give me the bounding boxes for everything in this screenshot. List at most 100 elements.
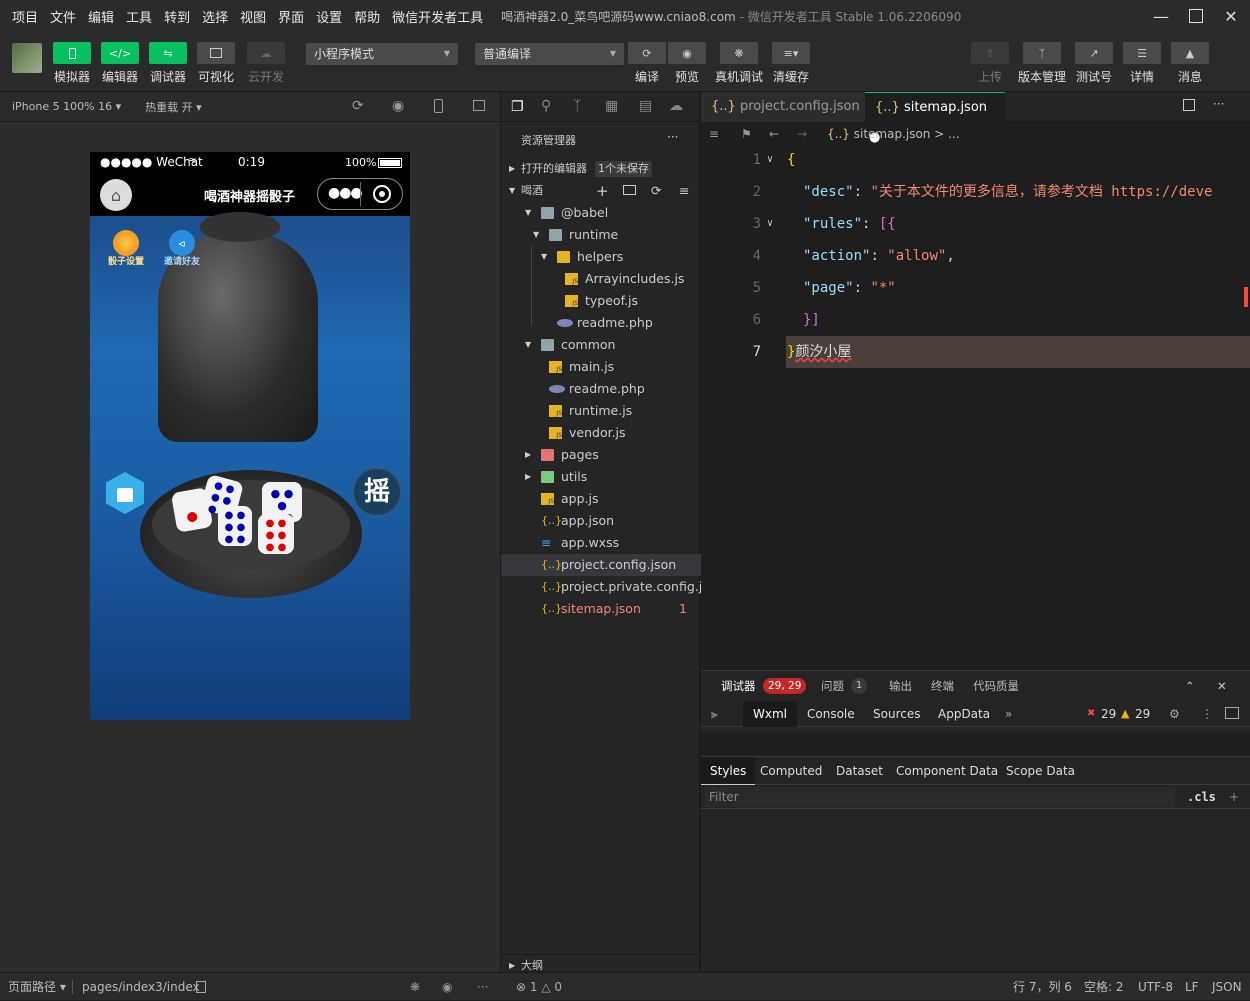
- stop-icon[interactable]: ◉: [392, 98, 404, 114]
- rotate-icon[interactable]: ⟳: [352, 98, 364, 114]
- refresh-icon[interactable]: ⟳: [651, 180, 661, 202]
- language-mode[interactable]: JSON: [1212, 973, 1242, 1001]
- chevron-right-icon[interactable]: ▶: [525, 466, 531, 488]
- menu-settings[interactable]: 设置: [310, 7, 348, 26]
- tab-output[interactable]: 输出: [889, 671, 912, 701]
- avatar[interactable]: [12, 43, 42, 73]
- code-line-current[interactable]: 7}颜汐小屋: [701, 336, 1250, 368]
- chevron-down-icon[interactable]: ▼: [525, 202, 531, 224]
- simulator-button[interactable]: 模拟器: [52, 42, 92, 85]
- preview-button[interactable]: ◉ 预览: [667, 42, 707, 85]
- kebab-icon[interactable]: ⋮: [1201, 701, 1213, 727]
- breadcrumb[interactable]: {..} sitemap.json > ...: [827, 122, 960, 146]
- tree-item[interactable]: readme.php: [501, 378, 701, 400]
- test-id-button[interactable]: ↗ 测试号: [1074, 42, 1114, 85]
- code-line[interactable]: 4 "action": "allow",: [701, 240, 1250, 272]
- page-path[interactable]: pages/index3/index: [82, 973, 200, 1001]
- project-section[interactable]: ▼ 喝酒 + ⟳ ≡: [501, 180, 701, 202]
- cloud-tool-icon[interactable]: ☁: [669, 98, 683, 114]
- subtab-computed[interactable]: Computed: [760, 757, 822, 785]
- page-path-label[interactable]: 页面路径 ▾: [8, 973, 66, 1001]
- tree-item[interactable]: ▼ runtime: [501, 224, 701, 246]
- chevron-down-icon[interactable]: ▼: [533, 224, 539, 246]
- forward-icon[interactable]: →: [797, 122, 807, 146]
- home-icon[interactable]: ⌂: [100, 179, 132, 211]
- new-file-icon[interactable]: +: [596, 180, 609, 202]
- extensions-icon[interactable]: ▦: [605, 98, 618, 114]
- more-icon[interactable]: ···: [667, 130, 678, 144]
- menu-goto[interactable]: 转到: [158, 7, 196, 26]
- close-miniprogram-icon[interactable]: [373, 185, 391, 203]
- list-icon[interactable]: ≡: [709, 122, 719, 146]
- popout-icon[interactable]: [473, 100, 485, 111]
- code-line[interactable]: 3 ∨ "rules": [{: [701, 208, 1250, 240]
- problems-indicator[interactable]: ⊗ 1 △ 0: [516, 973, 562, 1001]
- cls-button[interactable]: .cls: [1187, 785, 1216, 809]
- tab-project-config[interactable]: {..} project.config.json: [701, 92, 865, 122]
- tree-item[interactable]: {..} project.private.config.js...: [501, 576, 721, 598]
- tree-item[interactable]: ▶ utils: [501, 466, 701, 488]
- more-icon[interactable]: ···: [477, 973, 488, 1001]
- menu-project[interactable]: 项目: [6, 7, 44, 26]
- phone-icon[interactable]: [434, 99, 443, 113]
- chevron-down-icon[interactable]: ▼: [525, 334, 531, 356]
- editor-button[interactable]: </> 编辑器: [100, 42, 140, 85]
- more-tabs-icon[interactable]: »: [1005, 701, 1012, 727]
- dock-icon[interactable]: [1225, 707, 1239, 719]
- tree-item[interactable]: JS app.js: [501, 488, 701, 510]
- error-count[interactable]: 29: [1101, 701, 1116, 727]
- menu-file[interactable]: 文件: [44, 7, 82, 26]
- tab-sources[interactable]: Sources: [873, 701, 920, 727]
- menu-select[interactable]: 选择: [196, 7, 234, 26]
- back-icon[interactable]: ←: [769, 122, 779, 146]
- code-line[interactable]: 1 ∨{: [701, 144, 1250, 176]
- lock-icon[interactable]: [106, 472, 144, 514]
- tab-code-quality[interactable]: 代码质量: [973, 671, 1019, 701]
- compile-select[interactable]: 普通编译 ▼: [475, 43, 625, 65]
- search-icon[interactable]: ⚲: [541, 98, 551, 114]
- code-line[interactable]: 5 "page": "*": [701, 272, 1250, 304]
- tree-item[interactable]: {..} app.json: [501, 510, 701, 532]
- tree-item[interactable]: JS main.js: [501, 356, 701, 378]
- tree-item[interactable]: {..} project.config.json: [501, 554, 701, 576]
- menu-view[interactable]: 视图: [234, 7, 272, 26]
- tab-appdata[interactable]: AppData: [938, 701, 990, 727]
- collapse-icon[interactable]: ≡: [679, 180, 689, 202]
- visual-button[interactable]: 可视化: [196, 42, 236, 85]
- tree-item[interactable]: ▼ common: [501, 334, 701, 356]
- invite-friends-button[interactable]: ⪦ 邀请好友: [160, 230, 204, 270]
- copy-icon[interactable]: [196, 981, 206, 993]
- subtab-component-data[interactable]: Component Data: [896, 757, 998, 785]
- real-debug-button[interactable]: ❋ 真机调试: [715, 42, 763, 85]
- new-folder-icon[interactable]: [623, 185, 636, 195]
- menu-edit[interactable]: 编辑: [82, 7, 120, 26]
- tree-item[interactable]: JS runtime.js: [501, 400, 701, 422]
- maximize-icon[interactable]: [1179, 0, 1213, 32]
- layout-icon[interactable]: ▤: [639, 98, 652, 114]
- device-select[interactable]: iPhone 5 100% 16 ▾: [12, 100, 121, 113]
- eye-icon[interactable]: ◉: [442, 973, 452, 1001]
- cloud-button[interactable]: ☁ 云开发: [246, 42, 286, 85]
- subtab-styles[interactable]: Styles: [701, 757, 756, 785]
- tree-item[interactable]: {..} sitemap.json 1: [501, 598, 701, 620]
- chevron-down-icon[interactable]: ▼: [541, 246, 547, 268]
- tree-item[interactable]: JS vendor.js: [501, 422, 701, 444]
- open-editors-section[interactable]: ▶ 打开的编辑器 1个未保存: [501, 158, 701, 180]
- files-icon[interactable]: ❐: [511, 99, 524, 115]
- subtab-scope-data[interactable]: Scope Data: [1006, 757, 1075, 785]
- tree-item[interactable]: ▶ pages: [501, 444, 701, 466]
- tab-issues[interactable]: 问题: [821, 671, 844, 701]
- dice-settings-button[interactable]: 骰子设置: [104, 230, 148, 270]
- phone-screen[interactable]: ●●●●● WeChat ≈ 0:19 100% ⌂ 喝酒神器摇骰子 ●●● 骰…: [90, 152, 410, 720]
- encoding[interactable]: UTF-8: [1138, 973, 1173, 1001]
- tree-item[interactable]: ▼ @babel: [501, 202, 701, 224]
- tree-item[interactable]: ≡ app.wxss: [501, 532, 701, 554]
- split-editor-icon[interactable]: [1183, 99, 1195, 111]
- tab-terminal[interactable]: 终端: [931, 671, 954, 701]
- indentation[interactable]: 空格: 2: [1084, 973, 1124, 1001]
- more-icon[interactable]: ···: [1213, 97, 1224, 111]
- bug-icon[interactable]: ❋: [410, 973, 420, 1001]
- cursor-position[interactable]: 行 7，列 6: [1013, 973, 1072, 1001]
- subtab-dataset[interactable]: Dataset: [836, 757, 883, 785]
- chevron-right-icon[interactable]: ▶: [525, 444, 531, 466]
